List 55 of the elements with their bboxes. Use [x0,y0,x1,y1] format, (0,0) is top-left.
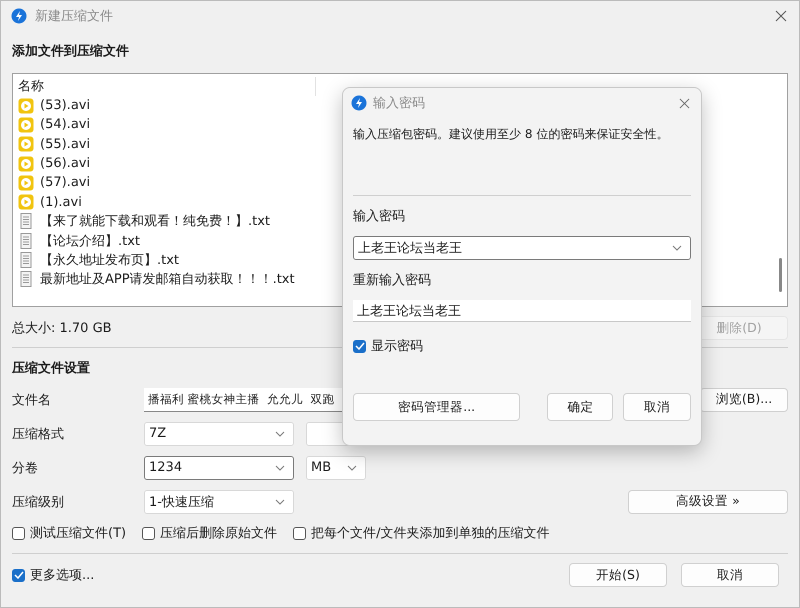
dropdown[interactable]: MB [306,456,366,480]
checkbox[interactable] [12,526,25,540]
checkbox[interactable] [12,568,25,582]
checkbox-label: 压缩后删除原始文件 [160,525,278,542]
field-label: 重新输入密码 [353,272,432,290]
file-name[interactable]: 【永久地址发布页】.txt [40,251,180,270]
dropdown[interactable]: 1234 [144,456,294,480]
file-name[interactable]: (54).avi [40,117,90,132]
dialog-title: 输入密码 [373,95,425,112]
browse-button[interactable]: 浏览(B)... [700,388,788,412]
ok-button[interactable]: 确定 [547,393,614,421]
file-name[interactable]: 【论坛介绍】.txt [40,232,140,250]
checkbox[interactable] [293,526,306,540]
field-label: 分卷 [12,460,39,476]
start-button[interactable]: 开始(S) [569,563,667,587]
caret-icon [275,498,285,504]
file-name[interactable]: (1).avi [40,194,82,210]
checkbox-label: 把每个文件/文件夹添加到单独的压缩文件 [311,525,550,542]
checkbox[interactable] [353,340,366,352]
checkbox-label: 测试压缩文件(T) [30,525,126,542]
file-name[interactable]: (55).avi [40,136,90,152]
field-label: 输入密码 [353,208,406,226]
dropdown[interactable]: 7Z [144,422,294,446]
checkbox-label: 更多选项... [30,567,94,584]
cancel-button[interactable]: 取消 [623,393,691,421]
file-name[interactable]: (57).avi [40,175,90,190]
confirm-password-field[interactable]: 上老王论坛当老王 [353,300,691,322]
file-name[interactable]: 【来了就能下载和观看！纯免费！】.txt [40,212,270,230]
field-label: 文件名 [12,392,52,408]
checkbox[interactable] [142,526,156,540]
section-heading: 添加文件到压缩文件 [12,43,130,61]
password-combobox[interactable]: 上老王论坛当老王 [353,236,691,260]
advanced-settings-button[interactable]: 高级设置 » [628,490,788,514]
file-name[interactable]: 最新地址及APP请发邮箱自动获取！！！.txt [40,270,295,288]
file-name[interactable]: (56).avi [40,156,90,172]
caret-icon [275,430,285,436]
field-label: 压缩格式 [12,426,65,442]
app-logo-icon [11,8,27,24]
window-title: 新建压缩文件 [35,8,113,25]
app-logo-icon [351,95,367,111]
password-manager-button[interactable]: 密码管理器... [353,393,520,421]
column-header[interactable]: 名称 [18,77,316,96]
file-name[interactable]: (53).avi [40,98,90,114]
field-label: 压缩级别 [12,494,65,510]
dialog-description: 输入压缩包密码。建议使用至少 8 位的密码来保证安全性。 [353,126,670,143]
total-size: 总大小: 1.70 GB [12,320,112,337]
cancel-button[interactable]: 取消 [681,563,779,587]
caret-icon [347,464,357,470]
checkbox-label: 显示密码 [371,338,423,355]
dropdown[interactable]: 1-快速压缩 [144,490,294,514]
caret-icon [672,245,682,251]
close-icon [679,98,690,108]
section-heading: 压缩文件设置 [12,360,91,378]
close-icon [775,10,787,22]
caret-icon [275,464,285,470]
